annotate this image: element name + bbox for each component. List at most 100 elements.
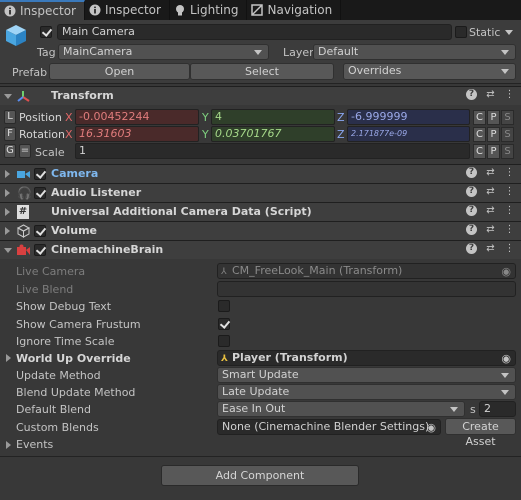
preset-icon[interactable]: ⇄ [485, 243, 496, 254]
axis-z-label: Z [337, 111, 345, 124]
copy-button[interactable]: C [473, 110, 486, 125]
active-checkbox[interactable] [40, 26, 52, 38]
reset-button[interactable]: S [501, 144, 514, 159]
copy-button[interactable]: C [473, 127, 486, 142]
rotation-z-field[interactable]: 2.171877e-09 [347, 126, 470, 142]
constrain-proportions-icon[interactable]: = [19, 144, 31, 158]
scale-field[interactable]: 1 [75, 143, 470, 159]
events-label[interactable]: Events [16, 438, 53, 451]
live-blend-label: Live Blend [16, 283, 74, 296]
foldout-arrow-icon[interactable] [4, 248, 12, 253]
live-camera-field: ⅄ CM_FreeLook_Main (Transform) ◉ [217, 263, 516, 279]
ignore-time-checkbox[interactable] [218, 335, 230, 347]
navigation-icon [251, 4, 264, 16]
update-method-dropdown[interactable]: Smart Update [217, 367, 516, 383]
kebab-menu-icon[interactable]: ⋮ [504, 89, 515, 100]
default-blend-dropdown[interactable]: Ease In Out [217, 401, 465, 417]
live-camera-label: Live Camera [16, 265, 86, 278]
gameobject-name-input[interactable]: Main Camera [57, 24, 452, 40]
tab-bar: Inspector Inspector Lighting Navigation [0, 0, 521, 20]
component-enabled-checkbox[interactable] [34, 187, 46, 199]
preset-icon[interactable]: ⇄ [485, 224, 496, 235]
preset-icon[interactable]: ⇄ [485, 89, 496, 100]
world-up-field[interactable]: ⅄ Player (Transform) ◉ [217, 350, 516, 366]
kebab-menu-icon[interactable]: ⋮ [504, 186, 515, 197]
component-header-icons: ? ⇄ ⋮ [466, 243, 515, 254]
component-title: Audio Listener [51, 186, 142, 199]
live-camera-value: CM_FreeLook_Main (Transform) [232, 264, 403, 277]
rotation-x-field[interactable]: 16.31603 [75, 126, 199, 142]
foldout-arrow-icon[interactable] [5, 189, 10, 197]
object-picker-icon[interactable]: ◉ [426, 421, 436, 434]
component-enabled-checkbox[interactable] [34, 168, 46, 180]
help-icon[interactable]: ? [466, 205, 477, 216]
position-x-field[interactable]: -0.00452244 [75, 109, 199, 125]
paste-button[interactable]: P [487, 144, 500, 159]
tag-dropdown[interactable]: MainCamera [58, 44, 269, 60]
tab-label: Inspector [104, 3, 161, 17]
component-title: Transform [51, 89, 114, 102]
rotation-local-toggle[interactable]: F [4, 127, 16, 141]
kebab-menu-icon[interactable]: ⋮ [504, 167, 515, 178]
layer-dropdown[interactable]: Default [313, 44, 516, 60]
audio-listener-header[interactable]: 🎧 Audio Listener ? ⇄ ⋮ [0, 183, 521, 202]
kebab-menu-icon[interactable]: ⋮ [504, 205, 515, 216]
tab-lighting[interactable]: Lighting [170, 0, 248, 20]
live-blend-field [217, 281, 516, 297]
custom-blends-field[interactable]: None (Cinemachine Blender Settings) ◉ [217, 419, 441, 435]
show-frustum-checkbox[interactable] [218, 318, 230, 330]
foldout-arrow-icon[interactable] [5, 208, 10, 216]
help-icon[interactable]: ? [466, 224, 477, 235]
component-title: CinemachineBrain [51, 243, 164, 256]
position-z-field[interactable]: -6.999999 [347, 109, 470, 125]
kebab-menu-icon[interactable]: ⋮ [504, 243, 515, 254]
cinemachine-brain-header[interactable]: CinemachineBrain ? ⇄ ⋮ [0, 240, 521, 259]
component-enabled-checkbox[interactable] [34, 244, 46, 256]
foldout-arrow-icon[interactable] [4, 94, 12, 99]
show-debug-checkbox[interactable] [218, 300, 230, 312]
paste-button[interactable]: P [487, 127, 500, 142]
prefab-select-button[interactable]: Select [190, 63, 334, 80]
events-foldout-icon[interactable] [6, 441, 11, 449]
static-dropdown-icon[interactable] [505, 30, 513, 35]
reset-button[interactable]: S [501, 110, 514, 125]
axis-z-label: Z [337, 128, 345, 141]
blend-update-dropdown[interactable]: Late Update [217, 384, 516, 400]
prefab-overrides-dropdown[interactable]: Overrides [343, 63, 516, 80]
transform-header[interactable]: Transform ? ⇄ ⋮ [0, 86, 521, 105]
axis-y-label: Y [202, 128, 209, 141]
create-asset-button[interactable]: Create Asset [445, 418, 516, 448]
copy-button[interactable]: C [473, 144, 486, 159]
tab-inspector-active[interactable]: Inspector [0, 0, 85, 20]
tab-navigation[interactable]: Navigation [247, 0, 342, 20]
camera-header[interactable]: Camera ? ⇄ ⋮ [0, 164, 521, 183]
add-component-button[interactable]: Add Component [161, 465, 359, 486]
static-checkbox[interactable] [455, 26, 467, 38]
blend-seconds-field[interactable]: 2 [479, 401, 516, 417]
help-icon[interactable]: ? [466, 186, 477, 197]
preset-icon[interactable]: ⇄ [485, 167, 496, 178]
custom-blends-label: Custom Blends [16, 421, 99, 434]
scale-local-toggle[interactable]: G [4, 144, 16, 158]
help-icon[interactable]: ? [466, 89, 477, 100]
foldout-arrow-icon[interactable] [5, 170, 10, 178]
world-up-foldout-icon[interactable] [6, 354, 11, 362]
preset-icon[interactable]: ⇄ [485, 186, 496, 197]
position-y-field[interactable]: 4 [211, 109, 335, 125]
prefab-open-button[interactable]: Open [49, 63, 190, 80]
object-picker-icon[interactable]: ◉ [501, 352, 511, 365]
foldout-arrow-icon[interactable] [5, 227, 10, 235]
help-icon[interactable]: ? [466, 167, 477, 178]
rotation-y-field[interactable]: 0.03701767 [211, 126, 335, 142]
camera-data-header[interactable]: # Universal Additional Camera Data (Scri… [0, 202, 521, 221]
preset-icon[interactable]: ⇄ [485, 205, 496, 216]
position-local-toggle[interactable]: L [4, 110, 16, 124]
volume-header[interactable]: Volume ? ⇄ ⋮ [0, 221, 521, 240]
paste-button[interactable]: P [487, 110, 500, 125]
cube-icon [16, 224, 31, 238]
tab-inspector[interactable]: Inspector [85, 0, 170, 20]
component-enabled-checkbox[interactable] [34, 225, 46, 237]
kebab-menu-icon[interactable]: ⋮ [504, 224, 515, 235]
reset-button[interactable]: S [501, 127, 514, 142]
help-icon[interactable]: ? [466, 243, 477, 254]
